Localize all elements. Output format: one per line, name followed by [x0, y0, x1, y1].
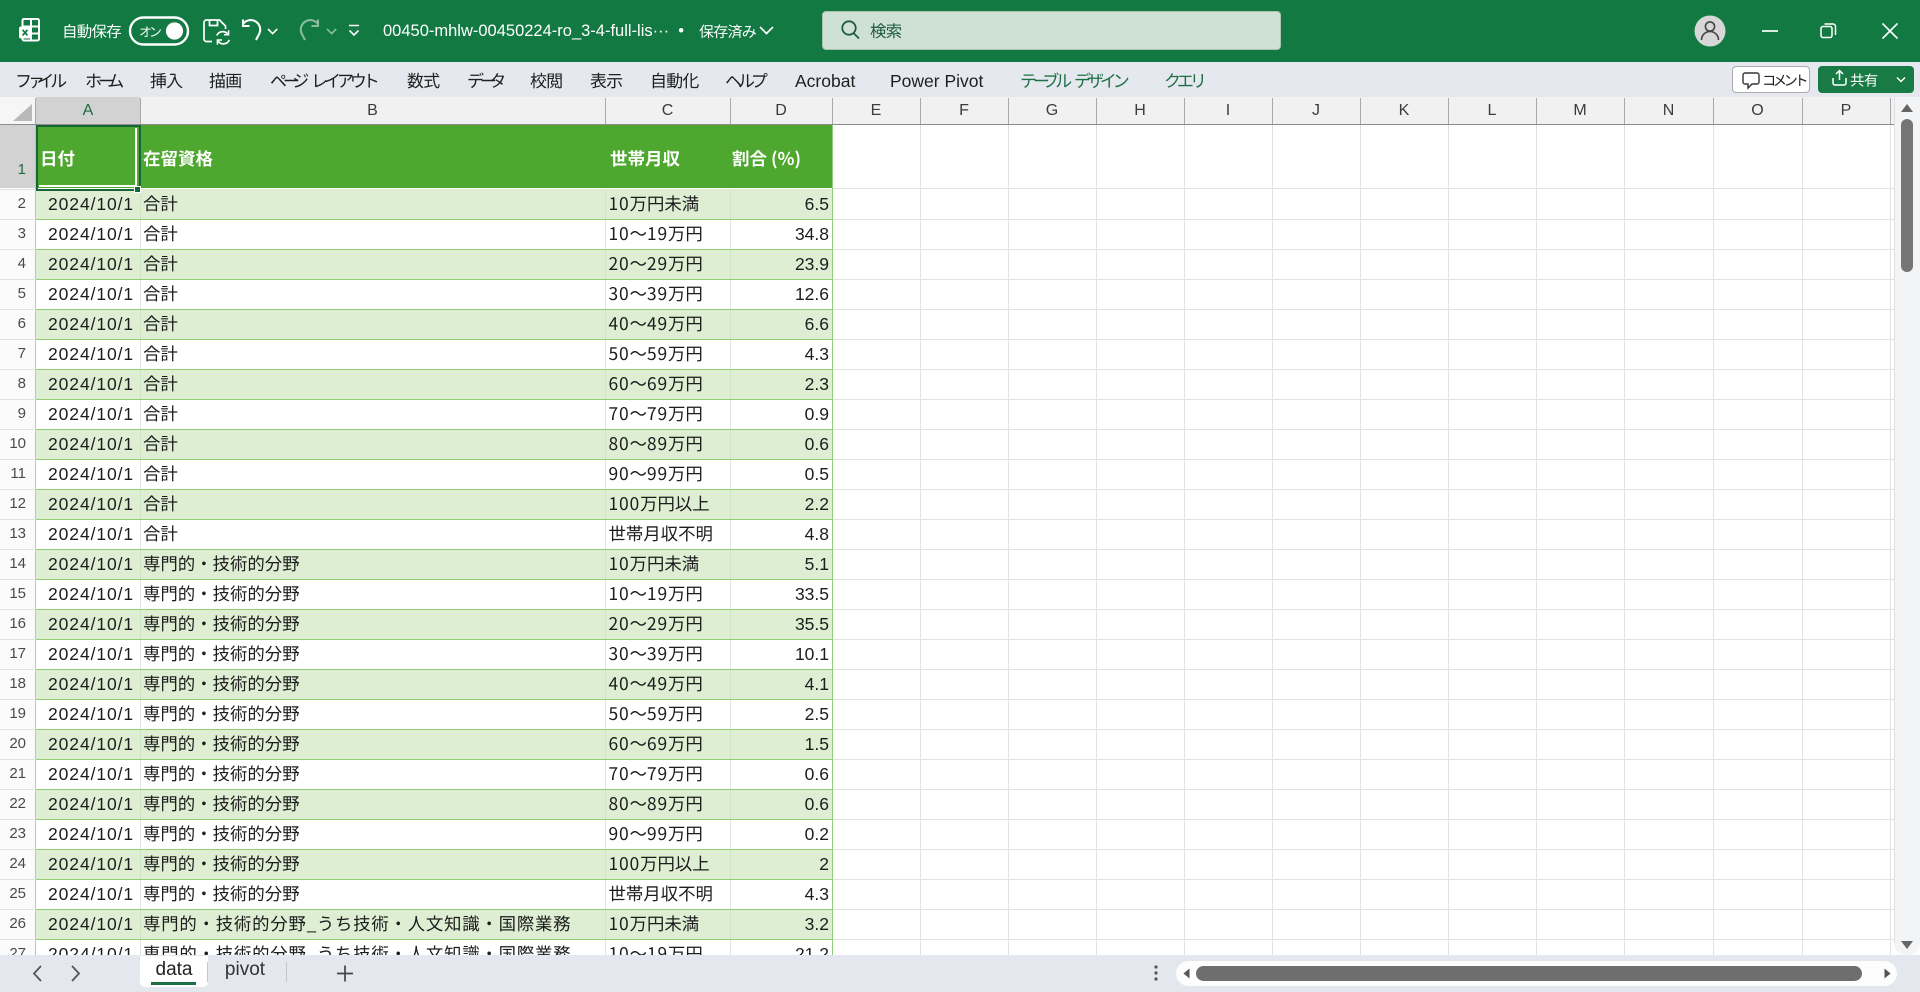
svg-text:Power Pivot: Power Pivot	[890, 71, 984, 91]
svg-text:Acrobat: Acrobat	[795, 71, 855, 91]
